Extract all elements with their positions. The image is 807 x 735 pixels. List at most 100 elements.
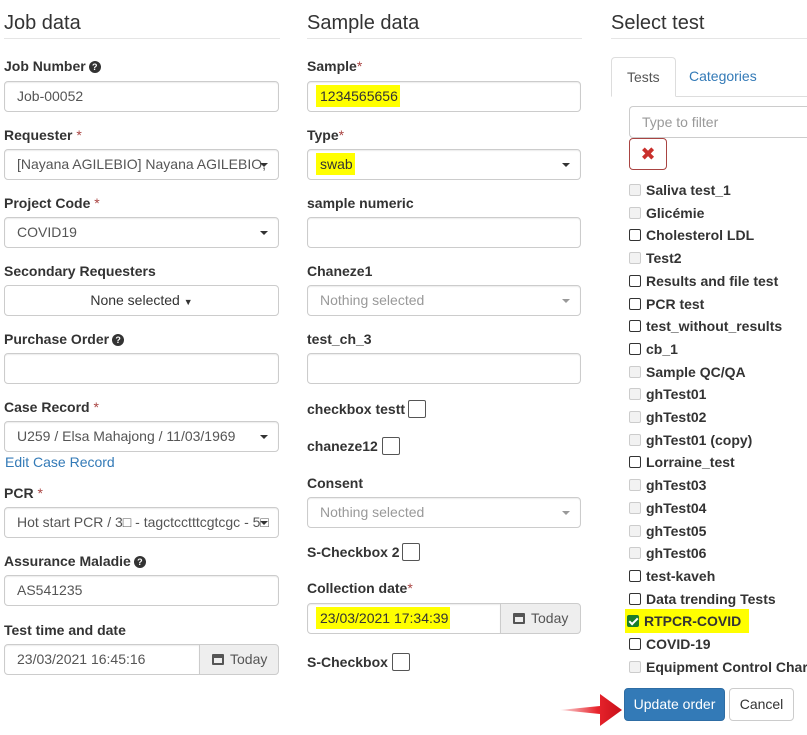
test-label: Lorraine_test — [646, 454, 735, 470]
help-icon[interactable]: ? — [88, 61, 101, 73]
test-checkbox[interactable] — [627, 615, 639, 627]
edit-case-record-link[interactable]: Edit Case Record — [5, 454, 115, 470]
test-checkbox[interactable] — [629, 275, 641, 287]
sample-field[interactable]: 1234565656 — [307, 81, 581, 112]
chaneze1-select[interactable]: Nothing selected — [307, 285, 581, 316]
test-time-field[interactable]: 23/03/2021 16:45:16 — [4, 644, 200, 675]
test-checkbox — [629, 502, 641, 514]
today-button[interactable]: Today — [500, 603, 581, 634]
test-list-item: ghTest05 — [629, 521, 706, 543]
test-checkbox — [629, 525, 641, 537]
caret-down-icon — [562, 511, 570, 515]
s-checkbox-2-label: S-Checkbox 2 — [307, 544, 400, 560]
job-data-title: Job data — [4, 0, 280, 39]
test-checkbox[interactable] — [629, 456, 641, 468]
collection-date-label: Collection date* — [307, 580, 413, 596]
test-label: cb_1 — [646, 341, 678, 357]
test-list-item[interactable]: Data trending Tests — [629, 589, 776, 611]
test-list-item: ghTest01 (copy) — [629, 430, 752, 452]
collection-date-field[interactable]: 23/03/2021 17:34:39 — [307, 603, 501, 634]
test-checkbox — [629, 434, 641, 446]
test-label: Data trending Tests — [646, 591, 776, 607]
test-checkbox[interactable] — [629, 343, 641, 355]
purchase-order-field[interactable] — [4, 353, 279, 384]
update-order-button[interactable]: Update order — [624, 688, 725, 721]
close-icon: ✖ — [640, 144, 656, 164]
test-list-item[interactable]: test-kaveh — [629, 566, 715, 588]
test-list-item: Glicémie — [629, 203, 704, 225]
case-record-label: Case Record * — [4, 399, 99, 415]
pcr-select[interactable]: Hot start PCR / 3□ - tagctcctttcgtcgc - … — [4, 507, 279, 538]
assurance-maladie-field[interactable]: AS541235 — [4, 575, 279, 606]
tab-tests[interactable]: Tests — [611, 57, 676, 97]
select-test-column: Select test Tests Categories Type to fil… — [611, 0, 807, 735]
sample-data-title: Sample data — [307, 0, 582, 39]
test-label: ghTest04 — [646, 500, 707, 516]
test-ch-3-label: test_ch_3 — [307, 331, 372, 347]
cancel-button[interactable]: Cancel — [729, 688, 794, 721]
test-label: test-kaveh — [646, 568, 716, 584]
test-list-item[interactable]: RTPCR-COVID — [625, 609, 750, 633]
test-checkbox[interactable] — [629, 229, 641, 241]
test-label: Results and file test — [646, 273, 779, 289]
consent-label: Consent — [307, 475, 363, 491]
test-checkbox — [629, 479, 641, 491]
test-checkbox[interactable] — [629, 320, 641, 332]
chaneze12-checkbox[interactable] — [382, 437, 400, 455]
test-list-item: Saliva test_1 — [629, 180, 731, 202]
today-button[interactable]: Today — [199, 644, 279, 675]
test-filter-input[interactable]: Type to filter — [629, 106, 807, 138]
sample-numeric-field[interactable] — [307, 217, 581, 248]
requester-label: Requester * — [4, 127, 82, 143]
test-list-item[interactable]: COVID-19 — [629, 634, 711, 656]
test-list-item[interactable]: test_without_results — [629, 316, 782, 338]
help-icon[interactable]: ? — [112, 334, 125, 346]
test-ch-3-field[interactable] — [307, 353, 581, 384]
case-record-select[interactable]: U259 / Elsa Mahajong / 11/03/1969 — [4, 421, 279, 452]
s-checkbox-label: S-Checkbox — [307, 654, 388, 670]
s-checkbox[interactable] — [392, 653, 410, 671]
test-checkbox[interactable] — [629, 570, 641, 582]
tab-categories[interactable]: Categories — [674, 57, 772, 97]
select-test-title: Select test — [611, 0, 807, 39]
caret-down-icon — [260, 231, 268, 235]
clear-filter-button[interactable]: ✖ — [629, 138, 667, 170]
test-checkbox[interactable] — [629, 593, 641, 605]
test-label: Equipment Control Chart — [646, 659, 807, 675]
test-label: Saliva test_1 — [646, 182, 731, 198]
test-tabs: Tests Categories — [611, 57, 807, 97]
s-checkbox-2[interactable] — [402, 543, 420, 561]
calendar-icon — [212, 654, 224, 665]
test-label: ghTest06 — [646, 545, 707, 561]
requester-select[interactable]: [Nayana AGILEBIO] Nayana AGILEBIO, — [4, 149, 279, 180]
job-number-label: Job Number? — [4, 58, 101, 74]
chaneze12-label: chaneze12 — [307, 438, 378, 454]
test-list-item[interactable]: PCR test — [629, 294, 704, 316]
checkbox-testt[interactable] — [408, 400, 426, 418]
test-checkbox[interactable] — [629, 298, 641, 310]
test-list-item: Equipment Control Chart — [629, 657, 807, 679]
test-list-item: ghTest01 — [629, 384, 706, 406]
test-time-label: Test time and date — [4, 622, 126, 638]
test-label: ghTest02 — [646, 409, 707, 425]
test-list-item: Sample QC/QA — [629, 362, 746, 384]
test-checkbox — [629, 207, 641, 219]
secondary-requesters-select[interactable]: None selected ▼ — [4, 285, 279, 316]
test-label: test_without_results — [646, 318, 783, 334]
type-select[interactable]: swab — [307, 149, 581, 180]
test-checkbox[interactable] — [629, 638, 641, 650]
test-label: ghTest01 — [646, 386, 707, 402]
project-code-select[interactable]: COVID19 — [4, 217, 279, 248]
test-list-item[interactable]: cb_1 — [629, 339, 678, 361]
assurance-maladie-label: Assurance Maladie? — [4, 553, 146, 569]
consent-select[interactable]: Nothing selected — [307, 497, 581, 528]
test-list-item[interactable]: Lorraine_test — [629, 452, 735, 474]
test-checkbox — [629, 661, 641, 673]
test-label: Glicémie — [646, 205, 705, 221]
caret-down-icon — [260, 435, 268, 439]
job-number-field[interactable]: Job-00052 — [4, 81, 279, 112]
test-list-item[interactable]: Results and file test — [629, 271, 778, 293]
test-list-item[interactable]: Cholesterol LDL — [629, 225, 754, 247]
calendar-icon — [513, 613, 525, 624]
help-icon[interactable]: ? — [133, 556, 146, 568]
